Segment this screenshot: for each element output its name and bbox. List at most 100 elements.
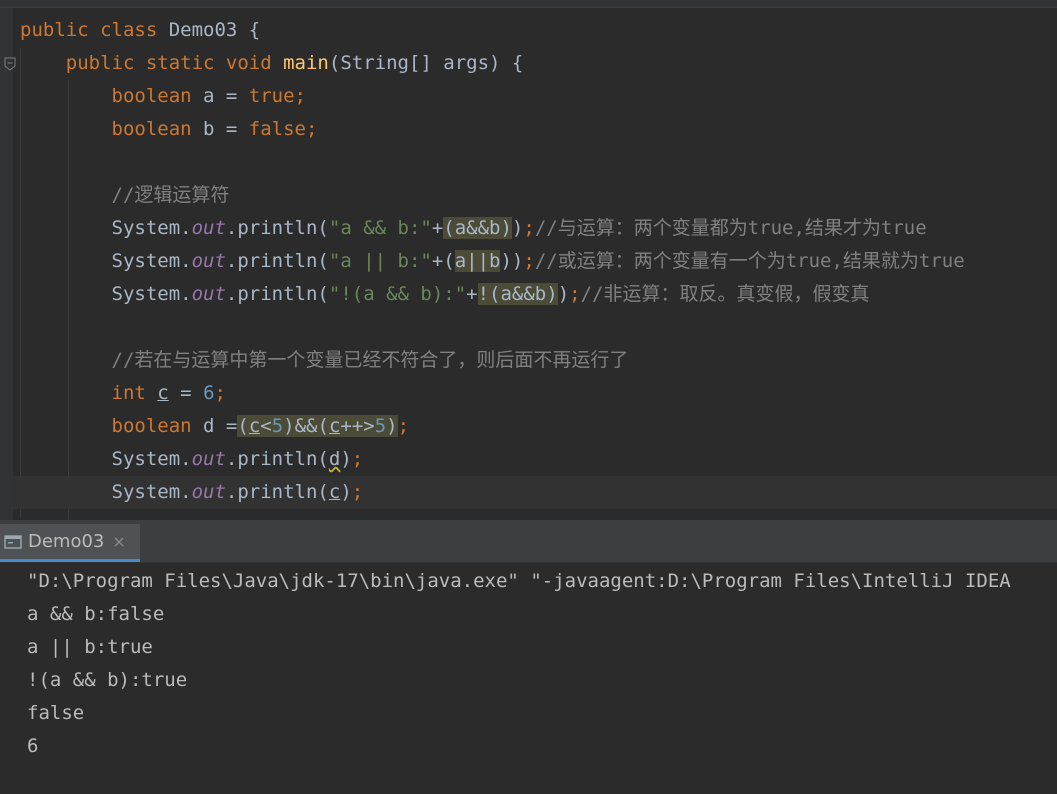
code-token: "a && b:" <box>328 217 432 239</box>
code-token: ) <box>340 448 352 470</box>
code-token: .println( <box>225 481 329 503</box>
code-token: public class <box>20 19 169 41</box>
code-line[interactable]: public static void main(String[] args) { <box>20 47 1057 80</box>
code-token: out <box>191 217 226 239</box>
code-line[interactable]: System.out.println("!(a && b):"+!(a&&b))… <box>20 278 1057 311</box>
code-token: !(a&&b) <box>477 283 558 305</box>
code-token: System. <box>20 448 192 470</box>
console-icon <box>4 534 22 549</box>
code-token: b = <box>203 118 249 140</box>
run-tab-bar: Demo03 × <box>0 524 1057 563</box>
code-token: int <box>20 382 158 404</box>
code-line[interactable]: System.out.println("a && b:"+(a&&b));//与… <box>20 212 1057 245</box>
code-token: ; <box>397 415 410 437</box>
code-token: //逻辑运算符 <box>20 184 230 206</box>
code-token: +( <box>431 250 455 272</box>
code-token: ( <box>237 415 249 437</box>
code-token: ; <box>523 250 535 272</box>
code-token: Demo03 { <box>168 19 261 41</box>
code-token: //非运算：取反。真变假，假变真 <box>580 283 870 305</box>
tab-demo03[interactable]: Demo03 × <box>0 524 140 562</box>
code-token: //与运算：两个变量都为true,结果才为true <box>534 217 927 239</box>
code-token: (String[] args) { <box>328 52 524 74</box>
code-token: //或运算：两个变量有一个为true,结果就为true <box>534 250 965 272</box>
code-token: )&&( <box>283 415 329 437</box>
code-token: "a || b:" <box>328 250 432 272</box>
code-token: d = <box>203 415 238 437</box>
code-token: true; <box>248 85 306 107</box>
code-token: )) <box>500 250 524 272</box>
console-line: a || b:true <box>27 636 153 658</box>
code-token: + <box>466 283 478 305</box>
code-line[interactable]: boolean a = true; <box>20 80 1057 113</box>
editor-top-edge <box>0 0 1057 8</box>
code-token: 6 <box>203 382 215 404</box>
code-token: ) <box>557 283 570 305</box>
code-line[interactable] <box>20 311 1057 344</box>
code-token: c <box>328 415 341 437</box>
code-token: boolean <box>20 118 204 140</box>
console-line: 6 <box>27 735 39 757</box>
code-token: out <box>191 481 226 503</box>
code-line[interactable]: boolean b = false; <box>20 113 1057 146</box>
code-token: out <box>191 250 226 272</box>
code-token: out <box>191 283 226 305</box>
code-line[interactable] <box>20 146 1057 179</box>
editor-gutter <box>0 8 13 520</box>
run-tool-window: Demo03 × "D:\Program Files\Java\jdk-17\b… <box>0 524 1057 794</box>
code-token: a = <box>203 85 249 107</box>
code-line[interactable]: public class Demo03 { <box>20 14 1057 47</box>
code-token: c <box>248 415 261 437</box>
code-line[interactable]: //逻辑运算符 <box>20 179 1057 212</box>
code-token: ; <box>523 217 535 239</box>
code-token: = <box>168 382 204 404</box>
tab-label: Demo03 <box>28 531 105 552</box>
code-token: System. <box>20 481 192 503</box>
console-line: false <box>27 702 85 724</box>
code-token: ++> <box>340 415 375 437</box>
console-line: "D:\Program Files\Java\jdk-17\bin\java.e… <box>27 570 1011 592</box>
code-token: (a&&b) <box>443 217 512 239</box>
code-token: ; <box>569 283 581 305</box>
code-token: main <box>283 52 329 74</box>
code-token: .println( <box>225 283 329 305</box>
code-token: 5 <box>271 415 284 437</box>
close-icon[interactable]: × <box>112 532 125 551</box>
code-line[interactable]: System.out.println("a || b:"+(a||b));//或… <box>20 245 1057 278</box>
code-line[interactable]: boolean d =(c<5)&&(c++>5); <box>20 410 1057 443</box>
code-token: .println( <box>225 448 329 470</box>
code-token: + <box>431 217 444 239</box>
code-token: "!(a && b):" <box>328 283 467 305</box>
code-token: System. <box>20 283 192 305</box>
code-token: false; <box>248 118 318 140</box>
code-token: < <box>260 415 272 437</box>
code-token: ) <box>340 481 352 503</box>
code-editor[interactable]: public class Demo03 { public static void… <box>0 0 1057 520</box>
code-token: //若在与运算中第一个变量已经不符合了，则后面不再运行了 <box>20 349 629 371</box>
code-token: 5 <box>374 415 387 437</box>
code-token: ; <box>214 382 226 404</box>
code-token: boolean <box>20 85 204 107</box>
code-token: c <box>328 481 341 503</box>
code-token: out <box>191 448 226 470</box>
code-token: ) <box>386 415 398 437</box>
console-output[interactable]: "D:\Program Files\Java\jdk-17\bin\java.e… <box>27 565 1057 763</box>
code-token: System. <box>20 217 192 239</box>
code-token: ; <box>351 481 364 503</box>
code-line[interactable]: System.out.println(c); <box>13 476 1057 509</box>
code-line[interactable]: System.out.println(d); <box>20 443 1057 476</box>
code-line[interactable]: //若在与运算中第一个变量已经不符合了，则后面不再运行了 <box>20 344 1057 377</box>
code-token: .println( <box>225 217 329 239</box>
code-token: System. <box>20 250 192 272</box>
code-token: boolean <box>20 415 204 437</box>
code-token: public static void <box>20 52 284 74</box>
code-line[interactable]: int c = 6; <box>20 377 1057 410</box>
code-token: a||b <box>454 250 501 272</box>
fold-marker-icon[interactable] <box>4 57 16 71</box>
console-line: !(a && b):true <box>27 669 188 691</box>
code-token: ) <box>511 217 524 239</box>
code-token: c <box>157 382 169 404</box>
code-token: d <box>328 448 341 470</box>
console-line: a && b:false <box>27 603 165 625</box>
code-token: ; <box>351 448 364 470</box>
